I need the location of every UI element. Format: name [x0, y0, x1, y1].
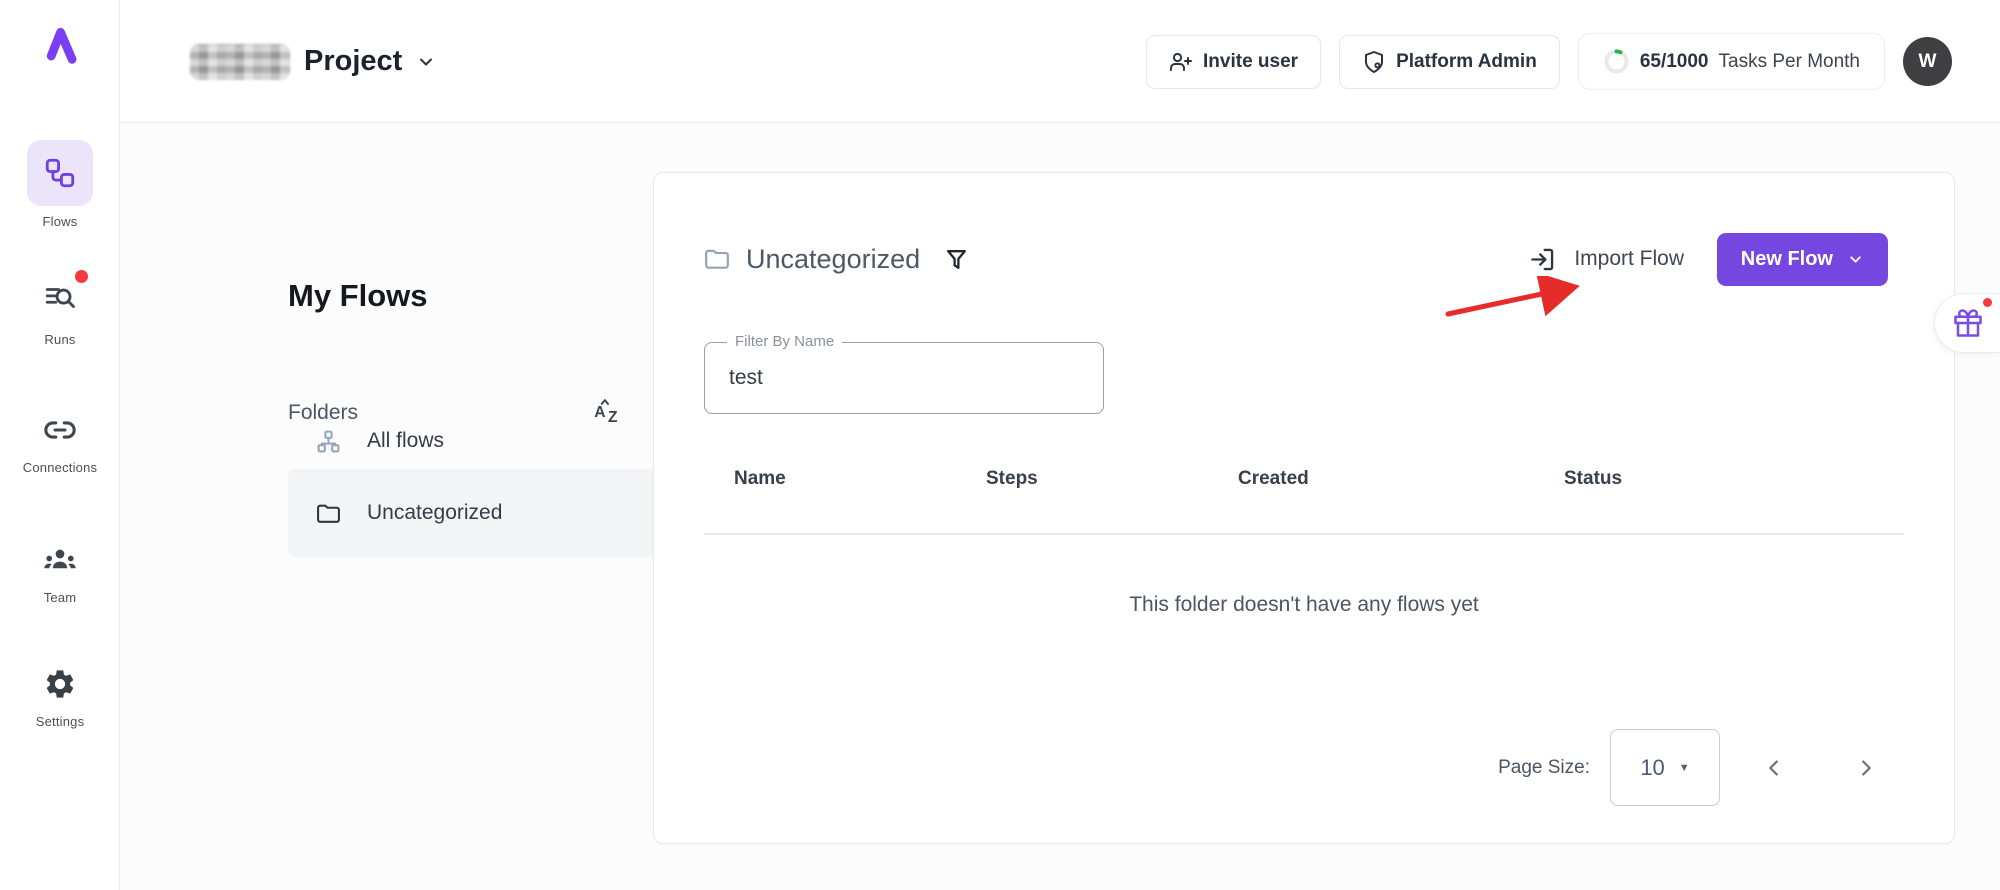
folder-icon — [316, 501, 341, 526]
runs-notification-dot — [75, 270, 88, 283]
flows-icon-box — [27, 140, 93, 206]
invite-user-label: Invite user — [1203, 51, 1298, 73]
sidebar-label-team: Team — [44, 590, 77, 605]
tasks-usage-pill[interactable]: 65/1000 Tasks Per Month — [1578, 33, 1885, 90]
sidebar-label-connections: Connections — [23, 460, 97, 475]
sidebar-item-runs[interactable]: Runs — [0, 272, 120, 347]
dropdown-caret-icon: ▼ — [1679, 762, 1690, 774]
new-flow-button[interactable]: New Flow — [1717, 233, 1888, 286]
pagination: Page Size: 10 ▼ — [1498, 729, 1888, 806]
activepieces-logo-icon — [38, 20, 82, 70]
shield-admin-icon — [1362, 50, 1386, 74]
import-arrow-icon — [1529, 246, 1556, 273]
top-header: Project Invite user Platform Admin — [120, 0, 2000, 123]
flows-table-header: Name Steps Created Status — [704, 468, 1904, 508]
chevron-down-icon — [1847, 251, 1864, 268]
user-plus-icon — [1169, 50, 1193, 74]
filter-button[interactable] — [944, 247, 969, 272]
panel-header: Uncategorized Import Flow New Flow — [704, 231, 1888, 287]
avatar-initial: W — [1919, 51, 1937, 73]
panel-folder-title: Uncategorized — [746, 244, 920, 275]
page-size-value: 10 — [1640, 755, 1664, 781]
tasks-count: 65/1000 — [1640, 51, 1709, 73]
column-header-name: Name — [734, 468, 786, 490]
header-actions: Invite user Platform Admin 65/1000 Tasks… — [1146, 0, 1952, 123]
project-title: Project — [304, 45, 402, 78]
column-header-created: Created — [1238, 468, 1309, 490]
tasks-label: Tasks Per Month — [1719, 51, 1861, 73]
sidebar-label-settings: Settings — [36, 714, 85, 729]
chevron-down-icon — [416, 52, 436, 72]
empty-state-text: This folder doesn't have any flows yet — [654, 593, 1954, 617]
sidebar-item-team[interactable]: Team — [0, 538, 120, 605]
folder-icon — [704, 246, 730, 272]
avatar[interactable]: W — [1903, 37, 1952, 86]
project-name-redacted — [190, 44, 290, 80]
connections-icon-box — [34, 408, 86, 452]
import-flow-button[interactable]: Import Flow — [1529, 246, 1684, 273]
filter-by-name-field: Filter By Name — [704, 342, 1104, 414]
filter-by-name-input[interactable] — [729, 343, 1079, 413]
platform-admin-label: Platform Admin — [1396, 51, 1537, 73]
funnel-icon — [944, 247, 969, 272]
page-size-select[interactable]: 10 ▼ — [1610, 729, 1720, 806]
invite-user-button[interactable]: Invite user — [1146, 35, 1321, 89]
next-page-button[interactable] — [1844, 746, 1888, 790]
chevron-right-icon — [1855, 757, 1877, 779]
link-icon — [43, 413, 77, 447]
runs-icon-box — [34, 272, 86, 324]
previous-page-button[interactable] — [1752, 746, 1796, 790]
folder-name: Uncategorized — [367, 501, 502, 525]
workflow-icon — [43, 156, 77, 190]
gear-icon — [43, 667, 77, 701]
progress-ring-icon — [1603, 48, 1630, 75]
page-title: My Flows — [288, 278, 428, 314]
folder-name: All flows — [367, 429, 444, 453]
column-header-status: Status — [1564, 468, 1622, 490]
chevron-left-icon — [1763, 757, 1785, 779]
sidebar-item-flows[interactable]: Flows — [0, 140, 120, 229]
team-icon-box — [34, 538, 86, 582]
rewards-tab[interactable] — [1934, 293, 2000, 353]
sidebar-label-runs: Runs — [44, 332, 75, 347]
tree-structure-icon — [316, 429, 341, 454]
rewards-notification-dot — [1983, 298, 1992, 307]
settings-icon-box — [34, 662, 86, 706]
page-size-label: Page Size: — [1498, 757, 1590, 779]
sidebar-item-connections[interactable]: Connections — [0, 408, 120, 475]
logs-search-icon — [43, 281, 77, 315]
flows-panel-card: Uncategorized Import Flow New Flow Filte… — [653, 172, 1955, 844]
import-flow-label: Import Flow — [1574, 247, 1684, 271]
app-logo[interactable] — [0, 20, 120, 70]
column-header-steps: Steps — [986, 468, 1038, 490]
people-icon — [42, 542, 78, 578]
platform-admin-button[interactable]: Platform Admin — [1339, 35, 1560, 89]
new-flow-label: New Flow — [1741, 248, 1833, 271]
gift-icon — [1953, 308, 1983, 338]
sidebar-label-flows: Flows — [43, 214, 78, 229]
sidebar-item-settings[interactable]: Settings — [0, 662, 120, 729]
project-selector[interactable]: Project — [190, 0, 436, 123]
table-divider — [704, 533, 1904, 535]
sidebar: Flows Runs Connections — [0, 0, 120, 890]
